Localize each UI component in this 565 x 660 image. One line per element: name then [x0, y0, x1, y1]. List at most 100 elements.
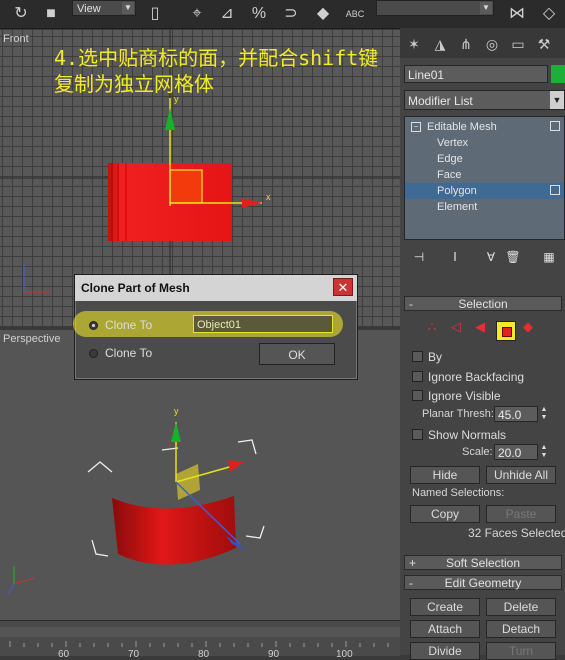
stack-toggle-checkbox[interactable]	[550, 121, 560, 131]
angle-snap-icon[interactable]: ⊿	[216, 3, 238, 25]
clone-to-element-label: Clone To	[105, 346, 153, 360]
clone-to-element-radio[interactable]	[89, 349, 98, 358]
named-selection-set-field[interactable]: ▼	[376, 0, 494, 16]
expand-icon: +	[409, 556, 417, 570]
percent-snap-icon[interactable]: %	[248, 3, 270, 25]
utilities-tab-icon[interactable]: ⚒	[534, 34, 554, 54]
stack-item-editable-mesh[interactable]: − Editable Mesh	[405, 119, 564, 135]
named-selection-icon[interactable]: ◆	[312, 3, 334, 25]
stack-item-label: Polygon	[437, 185, 477, 197]
planar-thresh-label: Planar Thresh:	[422, 408, 494, 420]
stack-item-face[interactable]: Face	[405, 167, 564, 183]
paste-button[interactable]: Paste	[486, 505, 556, 523]
clone-to-object-radio[interactable]	[89, 321, 98, 330]
pin-stack-icon[interactable]: ⊣	[410, 248, 428, 266]
hierarchy-tab-icon[interactable]: ⋔	[456, 34, 476, 54]
isolate-icon[interactable]: ▯	[144, 3, 166, 25]
modifier-stack: − Editable Mesh Vertex Edge Face Polygon…	[404, 116, 565, 240]
clone-name-field[interactable]: Object01	[193, 315, 333, 333]
stack-item-polygon[interactable]: Polygon	[405, 183, 564, 199]
select-object-icon[interactable]: ■	[40, 3, 62, 25]
modifier-list-label: Modifier List	[408, 94, 473, 108]
motion-tab-icon[interactable]: ◎	[482, 34, 502, 54]
timeline-ruler[interactable]: 60 70 80 90 100	[0, 620, 400, 660]
selection-status: 32 Faces Selected	[468, 526, 565, 540]
clone-to-object-label: Clone To	[105, 318, 153, 332]
persp-gizmo-x	[228, 460, 244, 472]
align-icon[interactable]: ◇	[538, 3, 560, 25]
edit-geometry-rollout-header[interactable]: - Edit Geometry	[404, 575, 562, 590]
copy-button[interactable]: Copy	[410, 505, 480, 523]
face-subobject-icon[interactable]: ◀	[472, 319, 488, 335]
remove-modifier-icon[interactable]: 🗑	[504, 248, 522, 266]
instruction-line-2: 复制为独立网格体	[54, 72, 214, 96]
ignore-backfacing-checkbox[interactable]	[412, 371, 423, 382]
view-select-label: View	[77, 3, 101, 15]
rollout-title: Selection	[458, 297, 508, 311]
show-normals-checkbox[interactable]	[412, 429, 423, 440]
clone-part-of-mesh-dialog: Clone Part of Mesh ✕ Clone To Object01 C…	[73, 274, 358, 380]
close-button[interactable]: ✕	[333, 278, 353, 296]
display-tab-icon[interactable]: ▭	[508, 34, 528, 54]
collapse-icon: -	[409, 576, 413, 590]
ignore-visible-label: Ignore Visible	[428, 389, 501, 403]
divide-button[interactable]: Divide	[410, 642, 480, 660]
chevron-down-icon: ▼	[550, 91, 564, 109]
instruction-line-1: 4.选中贴商标的面，并配合shift键	[54, 46, 379, 70]
stack-item-element[interactable]: Element	[405, 199, 564, 215]
vertex-subobject-icon[interactable]: ∴	[424, 319, 440, 335]
edge-subobject-icon[interactable]: ◁	[448, 319, 464, 335]
svg-text:y: y	[174, 406, 179, 416]
selection-rollout-header[interactable]: - Selection	[404, 296, 562, 311]
detach-button[interactable]: Detach	[486, 620, 556, 638]
ignore-visible-checkbox[interactable]	[412, 390, 423, 401]
hide-button[interactable]: Hide	[410, 466, 480, 484]
create-tab-icon[interactable]: ✶	[404, 34, 424, 54]
move-gizmo-x	[242, 198, 262, 208]
spinner-icon[interactable]: ▲ ▼	[540, 406, 548, 422]
show-end-result-icon[interactable]: Ⅰ	[446, 248, 464, 266]
by-vertex-label: By	[428, 350, 443, 364]
stack-item-edge[interactable]: Edge	[405, 151, 564, 167]
configure-sets-icon[interactable]: ▦	[540, 248, 558, 266]
normal-scale-field[interactable]: 20.0	[494, 444, 538, 460]
move-gizmo-y	[165, 108, 175, 130]
rollout-title: Edit Geometry	[444, 576, 522, 590]
object-color-swatch[interactable]	[551, 65, 565, 83]
svg-text:x: x	[266, 192, 271, 202]
delete-button[interactable]: Delete	[486, 598, 556, 616]
abc-icon[interactable]: ABC	[344, 3, 366, 25]
turn-button[interactable]: Turn	[486, 642, 556, 660]
collapse-icon: -	[409, 297, 413, 311]
spinner-icon[interactable]: ▲ ▼	[540, 444, 548, 460]
object-name-field[interactable]: Line01	[404, 65, 548, 83]
unhide-all-button[interactable]: Unhide All	[486, 466, 556, 484]
stack-toggle-checkbox[interactable]	[550, 185, 560, 195]
polygon-subobject-icon[interactable]	[496, 321, 516, 341]
create-button[interactable]: Create	[410, 598, 480, 616]
dialog-title: Clone Part of Mesh	[75, 275, 357, 301]
modify-tab-icon[interactable]: ◮	[430, 34, 450, 54]
command-panel-tabs: ✶ ◮ ⋔ ◎ ▭ ⚒	[400, 28, 565, 58]
persp-gizmo-y	[171, 422, 181, 442]
redo-icon[interactable]: ↻	[10, 3, 32, 25]
element-subobject-icon[interactable]: ◆	[520, 319, 536, 335]
named-selections-label: Named Selections:	[412, 487, 505, 499]
stack-item-label: Editable Mesh	[427, 121, 497, 133]
spinner-snap-icon[interactable]: ⊃	[280, 3, 302, 25]
chevron-down-icon: ▼	[480, 2, 492, 14]
mirror-icon[interactable]: ⋈	[506, 3, 528, 25]
main-toolbar: ↻ ■ View ▼ ▯ ⌖ ⊿ % ⊃ ◆ ABC ▼ ⋈ ◇	[0, 0, 565, 29]
snap-icon[interactable]: ⌖	[186, 3, 208, 25]
make-unique-icon[interactable]: ∀	[482, 248, 500, 266]
planar-thresh-field[interactable]: 45.0	[494, 406, 538, 422]
command-panel: ✶ ◮ ⋔ ◎ ▭ ⚒ Line01 Modifier List ▼ − Edi…	[400, 28, 565, 660]
reference-coordinate-select[interactable]: View ▼	[72, 0, 136, 16]
ok-button[interactable]: OK	[259, 343, 335, 365]
soft-selection-rollout-header[interactable]: + Soft Selection	[404, 555, 562, 570]
by-vertex-checkbox[interactable]	[412, 351, 423, 362]
modifier-list-dropdown[interactable]: Modifier List ▼	[404, 90, 565, 110]
attach-button[interactable]: Attach	[410, 620, 480, 638]
collapse-icon[interactable]: −	[411, 122, 421, 132]
stack-item-vertex[interactable]: Vertex	[405, 135, 564, 151]
